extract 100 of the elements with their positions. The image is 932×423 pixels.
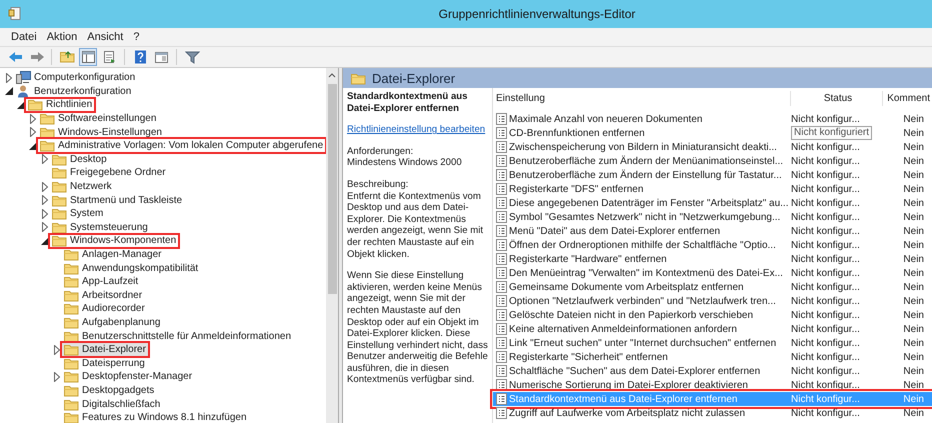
tree-item[interactable]: Anlagen-Manager (62, 248, 164, 261)
tree-item[interactable]: Desktop (50, 153, 109, 166)
column-header[interactable]: Status (791, 91, 883, 106)
column-header[interactable]: Komment (883, 91, 932, 106)
tree-item[interactable]: Arbeitsordner (62, 289, 144, 302)
table-row[interactable]: Registerkarte "Sicherheit" entfernen Nicht konfigur... Nein (493, 350, 932, 364)
tree-item[interactable]: Desktopfenster-Manager (62, 370, 194, 384)
table-row[interactable]: Gelöschte Dateien nicht in den Papierkorb verschieben Nicht konfigur... Nein (493, 308, 932, 322)
menu-item[interactable]: Datei (8, 31, 40, 43)
tree-item[interactable]: Datei-Explorer (62, 343, 148, 356)
table-cell-text: Schaltfläche "Suchen" aus dem Datei-Explorer entfernen (509, 366, 762, 376)
table-cell-text: Nicht konfigur... (791, 156, 861, 166)
table-row[interactable]: Benutzeroberfläche zum Ändern der Menüanimationseinstel... Nicht konfigur... Nein (493, 154, 932, 168)
tree-item[interactable]: Aufgabenplanung (62, 316, 162, 329)
table-cell-text: Nein (902, 282, 925, 292)
table-row[interactable]: Diese angegebenen Datenträger im Fenster "Arbeitsplatz" au... Nicht konfigur... Nein (493, 196, 932, 210)
description-label: Beschreibung: (347, 178, 410, 191)
tree-item[interactable]: Richtlinien (26, 98, 94, 112)
tree-item[interactable]: Systemsteuerung (50, 221, 150, 234)
table-cell-text: Nicht konfigur... (791, 380, 861, 390)
table-cell-text: Nein (902, 324, 925, 334)
table-row[interactable]: Optionen "Netzlaufwerk verbinden" und "Netzlaufwerk tren... Nicht konfigur... Nein (493, 294, 932, 308)
tree-item[interactable]: Computerkonfiguration (14, 72, 138, 84)
table-cell-text: Nicht konfigur... (791, 408, 861, 418)
tree-item[interactable]: Startmenü und Taskleiste (50, 194, 184, 206)
panel-icon[interactable] (154, 50, 168, 64)
back-arrow-icon[interactable] (8, 50, 22, 64)
table-row[interactable]: Registerkarte "Hardware" entfernen Nicht konfigur... Nein (493, 252, 932, 266)
table-cell-text: Nein (902, 184, 925, 194)
setting-icon (496, 337, 506, 349)
tree-item[interactable]: Windows-Einstellungen (38, 126, 164, 138)
table-row[interactable]: Öffnen der Ordneroptionen mithilfe der Schaltfläche "Optio... Nicht konfigur... Nein (493, 238, 932, 252)
tree-item[interactable]: Softwareeinstellungen (38, 112, 158, 125)
tree-item[interactable]: Features zu Windows 8.1 hinzufügen (62, 411, 249, 423)
forward-arrow-icon[interactable] (28, 50, 44, 64)
folder-up-icon[interactable] (60, 50, 74, 64)
table-row[interactable]: Menü "Datei" aus dem Datei-Explorer entfernen Nicht konfigur... Nein (493, 224, 932, 238)
pane-title: Datei-Explorer (372, 70, 456, 86)
help-icon[interactable] (132, 50, 148, 64)
expander-icon[interactable] (16, 100, 26, 110)
table-cell-text: Den Menüeintrag "Verwalten" im Kontextmenü des Datei-Ex... (509, 268, 784, 278)
edit-policy-link[interactable]: Richtlinieneinstellung bearbeiten (347, 124, 486, 136)
folder-icon (64, 343, 79, 356)
table-row[interactable]: Numerische Sortierung im Datei-Explorer deaktivieren Nicht konfigur... Nein (493, 378, 932, 392)
table-row[interactable]: Zugriff auf Laufwerke vom Arbeitsplatz nicht zulassen Nicht konfigur... Nein (493, 406, 932, 420)
tree-item[interactable]: System (50, 207, 106, 220)
export-list-icon[interactable] (102, 50, 116, 64)
table-row[interactable]: Zwischenspeicherung von Bildern in Miniaturansicht deakti... Nicht konfigur... Nein (493, 140, 932, 154)
folder-icon (40, 112, 55, 126)
table-cell-text: Nein (902, 366, 925, 376)
tree-item[interactable]: Desktopgadgets (62, 384, 156, 397)
table-row[interactable]: Keine alternativen Anmeldeinformationen anfordern Nicht konfigur... Nein (493, 322, 932, 336)
table-cell-text: Nicht konfigur... (791, 310, 861, 320)
menu-item[interactable]: Aktion (44, 31, 80, 43)
column-header[interactable]: Einstellung (493, 91, 791, 106)
table-row[interactable]: Link "Erneut suchen" unter "Internet durchsuchen" entfernen Nicht konfigur... Nein (493, 336, 932, 350)
tree-item[interactable]: App-Laufzeit (62, 275, 140, 288)
tree-item[interactable]: Anwendungskompatibilität (62, 262, 200, 274)
table-cell-text: Nicht konfigur... (791, 268, 861, 278)
table-cell-text: Nein (902, 408, 925, 418)
table-row[interactable]: Benutzeroberfläche zum Ändern der Einstellung für Tastatur... Nicht konfigur... Nein (493, 168, 932, 182)
table-cell-text: Diese angegebenen Datenträger im Fenster "Arbeitsplatz" au... (509, 198, 790, 208)
folder-icon (351, 72, 366, 84)
expander-icon[interactable] (4, 86, 14, 96)
tree-item[interactable]: Administrative Vorlagen: Vom lokalen Computer abgerufene (38, 139, 326, 152)
tree-item[interactable]: Netzwerk (50, 180, 114, 193)
setting-icon (496, 225, 506, 237)
tree-item[interactable]: Dateisperrung (62, 356, 147, 370)
setting-icon (496, 407, 506, 419)
table-cell-text: Nicht konfigur... (791, 352, 861, 362)
menu-item[interactable]: Ansicht (84, 31, 126, 43)
filter-icon[interactable] (184, 50, 200, 64)
table-row[interactable]: Den Menüeintrag "Verwalten" im Kontextmenü des Datei-Ex... Nicht konfigur... Nein (493, 266, 932, 280)
table-row[interactable]: Registerkarte "DFS" entfernen Nicht konfigur... Nein (493, 182, 932, 196)
tree-item[interactable]: Freigegebene Ordner (50, 166, 168, 180)
tree-item[interactable]: Audiorecorder (62, 302, 147, 316)
setting-icon (496, 141, 506, 153)
setting-icon (496, 393, 506, 405)
table-row[interactable]: CD-Brennfunktionen entfernen Nicht konfiguriert Nein (493, 126, 932, 140)
table-row[interactable]: Maximale Anzahl von neueren Dokumenten Nicht konfigur... Nein (493, 112, 932, 126)
table-cell-text: Zugriff auf Laufwerke vom Arbeitsplatz nicht zulassen (509, 408, 746, 418)
scrollbar[interactable] (326, 68, 338, 423)
table-cell-text: Nein (902, 212, 925, 222)
table-row[interactable]: Schaltfläche "Suchen" aus dem Datei-Explorer entfernen Nicht konfigur... Nein (493, 364, 932, 378)
table-row[interactable]: Symbol "Gesamtes Netzwerk" nicht in "Netzwerkumgebung... Nicht konfigur... Nein (493, 210, 932, 224)
setting-icon (496, 281, 506, 293)
menu-item[interactable]: ? (130, 31, 142, 43)
table-row[interactable]: Gemeinsame Dokumente vom Arbeitsplatz entfernen Nicht konfigur... Nein (493, 280, 932, 294)
panel-icon[interactable] (80, 50, 96, 64)
app-icon (8, 6, 22, 22)
table-cell-text: Keine alternativen Anmeldeinformationen anfordern (509, 324, 738, 334)
expander-icon[interactable] (28, 140, 38, 151)
tree-item[interactable]: Benutzerkonfiguration (14, 85, 134, 98)
table-cell-text: Nein (902, 170, 925, 180)
table-cell-text: Nein (902, 380, 925, 390)
description-text: Entfernt die Kontextmenüs vom Desktop und aus dem Datei-Explorer. Die Kontextmenüs werden angezeigt, wenn Sie mit der rechten Maustaste auf ein Objekt klicken. (347, 190, 484, 260)
expander-icon[interactable] (40, 236, 50, 246)
tree-item[interactable]: Digitalschließfach (62, 398, 162, 410)
tree-item[interactable]: Windows-Komponenten (50, 234, 178, 248)
table-cell-text: Registerkarte "DFS" entfernen (509, 184, 644, 194)
